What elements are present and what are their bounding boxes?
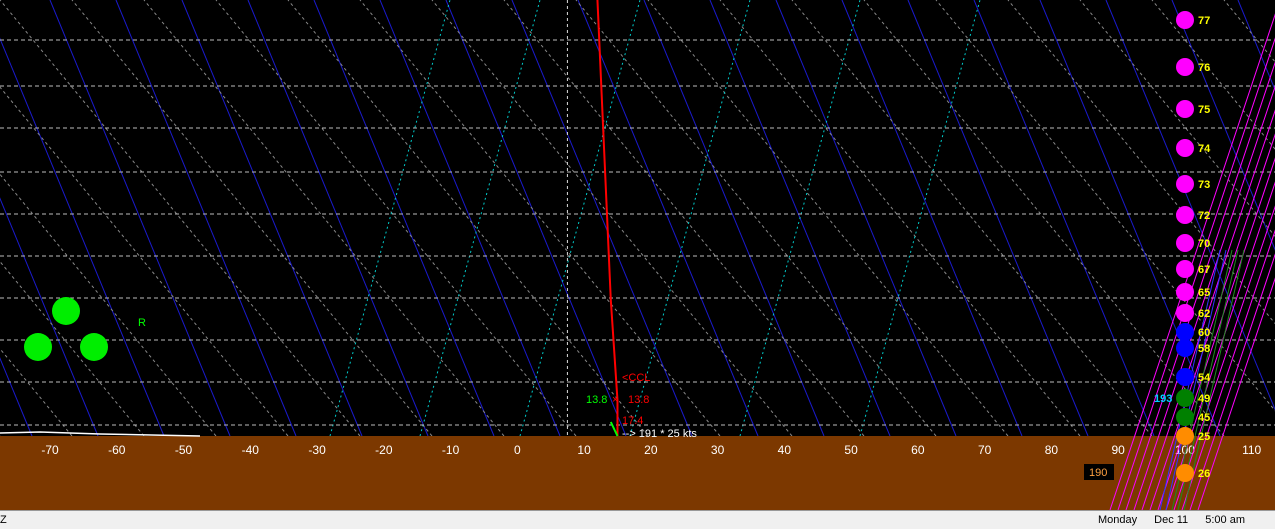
height-marker-dot xyxy=(1176,139,1194,157)
height-marker-label: 70 xyxy=(1198,238,1210,250)
height-marker-dot xyxy=(1176,389,1194,407)
height-marker-dot xyxy=(1176,175,1194,193)
height-marker-label: 72 xyxy=(1198,210,1210,222)
indicator-dot xyxy=(24,333,52,361)
height-marker-label: 49 xyxy=(1198,393,1210,405)
height-marker-label: 65 xyxy=(1198,287,1210,299)
height-marker-dot xyxy=(1176,260,1194,278)
height-marker-dot xyxy=(1176,464,1194,482)
surface-temp-label: 17.4 xyxy=(622,415,643,427)
x-tick-label: 30 xyxy=(711,443,725,457)
status-bar: Z Monday Dec 11 5:00 am xyxy=(0,510,1275,529)
box-label: 190 xyxy=(1089,467,1107,479)
x-tick-label: -70 xyxy=(41,443,59,457)
x-tick-label: 90 xyxy=(1111,443,1125,457)
x-tick-label: -40 xyxy=(242,443,260,457)
height-marker-label: 26 xyxy=(1198,468,1210,480)
height-marker-dot xyxy=(1176,304,1194,322)
height-marker-label: 45 xyxy=(1198,412,1210,424)
height-marker-dot xyxy=(1176,58,1194,76)
x-tick-label: -50 xyxy=(175,443,193,457)
status-date: Dec 11 xyxy=(1154,514,1189,526)
height-marker-label: 76 xyxy=(1198,62,1210,74)
x-tick-label: 40 xyxy=(778,443,792,457)
temperature-value-label: 13.8 xyxy=(628,394,649,406)
status-day: Monday xyxy=(1097,514,1138,526)
height-marker-dot xyxy=(1176,206,1194,224)
indicator-dot xyxy=(52,297,80,325)
x-tick-label: 80 xyxy=(1045,443,1059,457)
r-label: R xyxy=(138,317,146,329)
wind-label: --> 191 * 25 kts xyxy=(622,428,697,440)
height-marker-label: 62 xyxy=(1198,308,1210,320)
x-tick-label: 110 xyxy=(1242,443,1261,457)
height-marker-dot xyxy=(1176,234,1194,252)
height-marker-dot xyxy=(1176,100,1194,118)
height-marker-label: 60 xyxy=(1198,327,1210,339)
indicator-dot xyxy=(80,333,108,361)
x-tick-label: 20 xyxy=(644,443,658,457)
x-tick-label: -60 xyxy=(108,443,126,457)
marker-x: × xyxy=(612,394,618,406)
x-tick-label: 10 xyxy=(577,443,591,457)
height-marker-dot xyxy=(1176,368,1194,386)
height-marker-label: 67 xyxy=(1198,264,1210,276)
height-marker-dot xyxy=(1176,283,1194,301)
height-marker-label: 73 xyxy=(1198,179,1210,191)
x-tick-label: -20 xyxy=(375,443,393,457)
status-time: 5:00 am xyxy=(1205,514,1245,526)
height-marker-dot xyxy=(1176,408,1194,426)
x-tick-label: 0 xyxy=(514,443,521,457)
dewpoint-value-label: 13.8 xyxy=(586,394,607,406)
ccl-label: <CCL xyxy=(622,372,650,384)
skew-t-window: -70 -60 -50 -40 -30 -20 -10 0 10 20 30 40 50 60 70 80 90… xyxy=(0,0,1275,529)
height-marker-dot xyxy=(1176,11,1194,29)
height-marker-dot xyxy=(1176,339,1194,357)
x-tick-label: -10 xyxy=(442,443,460,457)
x-tick-label: 60 xyxy=(911,443,925,457)
x-tick-label: -30 xyxy=(308,443,326,457)
height-marker-dot xyxy=(1176,323,1194,341)
height-marker-label: 77 xyxy=(1198,15,1210,27)
right-tag-label: 193 xyxy=(1154,393,1172,405)
status-datetime: Monday Dec 11 5:00 am xyxy=(1084,514,1245,526)
status-zone-label: Z xyxy=(0,514,7,526)
height-marker-dot xyxy=(1176,427,1194,445)
x-tick-label: 70 xyxy=(978,443,992,457)
height-marker-label: 54 xyxy=(1198,372,1211,384)
height-marker-label: 25 xyxy=(1198,431,1210,443)
height-marker-label: 74 xyxy=(1198,143,1211,155)
height-marker-label: 58 xyxy=(1198,343,1210,355)
x-tick-label: 50 xyxy=(844,443,858,457)
height-marker-label: 75 xyxy=(1198,104,1210,116)
skew-t-chart: -70 -60 -50 -40 -30 -20 -10 0 10 20 30 40 50 60 70 80 90… xyxy=(0,0,1275,510)
